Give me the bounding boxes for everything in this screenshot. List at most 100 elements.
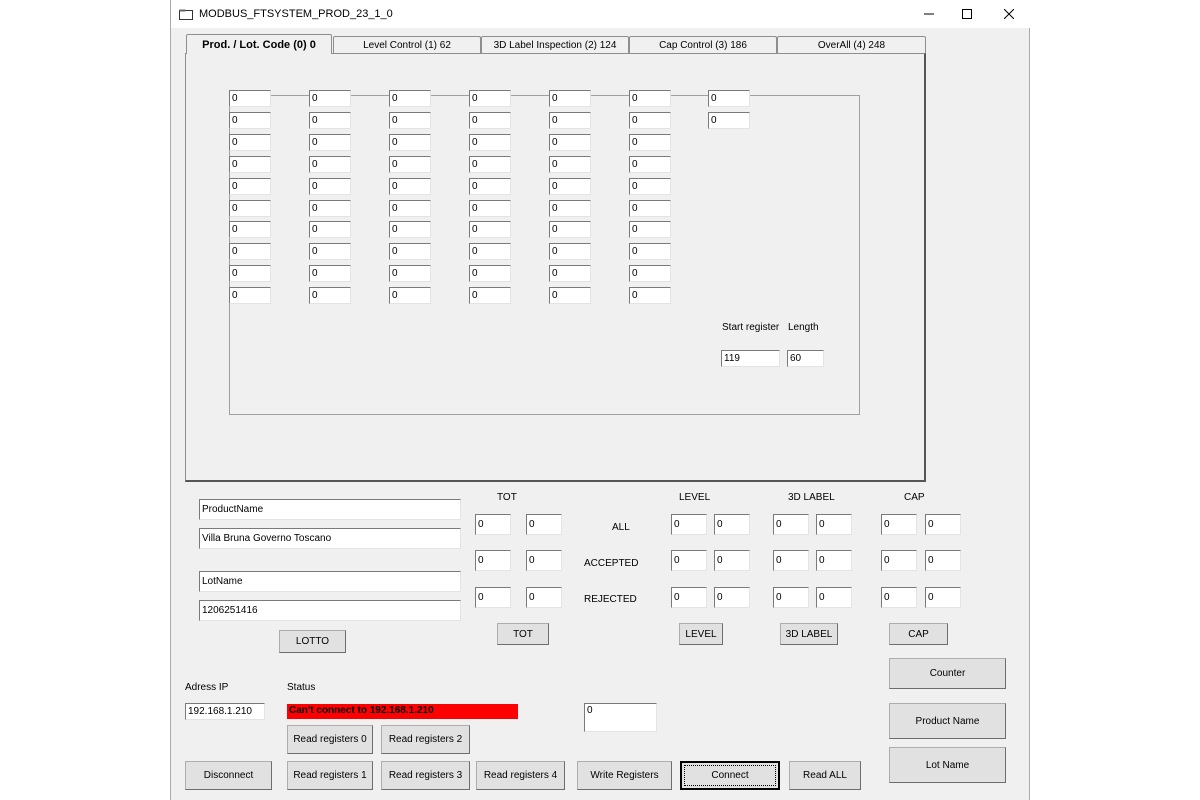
lot-name-label-field[interactable]: LotName: [199, 571, 461, 592]
register-field[interactable]: 0: [309, 199, 351, 217]
write-value-input[interactable]: 0: [584, 703, 657, 732]
register-field[interactable]: 0: [389, 199, 431, 217]
start-register-input[interactable]: 119: [721, 350, 780, 367]
register-field[interactable]: 0: [389, 177, 431, 195]
register-field[interactable]: 0: [469, 221, 511, 239]
register-field[interactable]: 0: [469, 265, 511, 283]
register-field[interactable]: 0: [469, 133, 511, 151]
register-field[interactable]: 0: [469, 155, 511, 173]
read-registers-2-button[interactable]: Read registers 2: [381, 725, 470, 754]
lot-name-input[interactable]: 1206251416: [199, 600, 461, 621]
tot-counter-field[interactable]: 0: [526, 550, 562, 571]
register-field[interactable]: 0: [309, 287, 351, 305]
register-field[interactable]: 0: [629, 90, 671, 107]
3d-label-button[interactable]: 3D LABEL: [780, 623, 838, 645]
register-field[interactable]: 0: [229, 265, 271, 283]
register-field[interactable]: 0: [229, 287, 271, 305]
register-field[interactable]: 0: [309, 111, 351, 129]
register-field[interactable]: 0: [309, 243, 351, 261]
label3d-counter-field[interactable]: 0: [773, 514, 809, 535]
register-field[interactable]: 0: [229, 243, 271, 261]
level-counter-field[interactable]: 0: [714, 514, 750, 535]
register-field[interactable]: 0: [309, 221, 351, 239]
connect-button[interactable]: Connect: [680, 761, 780, 790]
level-counter-field[interactable]: 0: [671, 550, 707, 571]
register-field[interactable]: 0: [469, 177, 511, 195]
tot-counter-field[interactable]: 0: [475, 550, 511, 571]
register-field[interactable]: 0: [549, 221, 591, 239]
cap-counter-field[interactable]: 0: [881, 514, 917, 535]
register-field[interactable]: 0: [629, 155, 671, 173]
read-registers-0-button[interactable]: Read registers 0: [287, 725, 373, 754]
register-field[interactable]: 0: [708, 90, 750, 107]
read-all-button[interactable]: Read ALL: [789, 761, 861, 790]
write-registers-button[interactable]: Write Registers: [577, 761, 672, 790]
label3d-counter-field[interactable]: 0: [773, 550, 809, 571]
tab-level-control[interactable]: Level Control (1) 62: [333, 36, 481, 53]
level-counter-field[interactable]: 0: [714, 587, 750, 608]
register-field[interactable]: 0: [629, 111, 671, 129]
register-field[interactable]: 0: [629, 133, 671, 151]
register-field[interactable]: 0: [549, 155, 591, 173]
label3d-counter-field[interactable]: 0: [816, 587, 852, 608]
register-field[interactable]: 0: [469, 243, 511, 261]
product-name-button[interactable]: Product Name: [889, 703, 1006, 739]
disconnect-button[interactable]: Disconnect: [185, 761, 272, 790]
register-field[interactable]: 0: [229, 90, 271, 107]
register-field[interactable]: 0: [629, 243, 671, 261]
register-field[interactable]: 0: [629, 221, 671, 239]
register-field[interactable]: 0: [389, 155, 431, 173]
lot-name-button[interactable]: Lot Name: [889, 747, 1006, 783]
level-counter-field[interactable]: 0: [671, 514, 707, 535]
register-field[interactable]: 0: [309, 265, 351, 283]
cap-counter-field[interactable]: 0: [925, 550, 961, 571]
tab-overall[interactable]: OverAll (4) 248: [777, 36, 926, 53]
register-field[interactable]: 0: [389, 287, 431, 305]
length-input[interactable]: 60: [787, 350, 824, 367]
register-field[interactable]: 0: [229, 111, 271, 129]
maximize-button[interactable]: [947, 4, 987, 24]
read-registers-1-button[interactable]: Read registers 1: [287, 761, 373, 790]
register-field[interactable]: 0: [389, 265, 431, 283]
cap-counter-field[interactable]: 0: [925, 587, 961, 608]
register-field[interactable]: 0: [549, 111, 591, 129]
lotto-button[interactable]: LOTTO: [279, 630, 346, 653]
register-field[interactable]: 0: [229, 133, 271, 151]
register-field[interactable]: 0: [229, 177, 271, 195]
register-field[interactable]: 0: [229, 221, 271, 239]
label3d-counter-field[interactable]: 0: [816, 514, 852, 535]
register-field[interactable]: 0: [309, 133, 351, 151]
tot-counter-field[interactable]: 0: [475, 514, 511, 535]
read-registers-3-button[interactable]: Read registers 3: [381, 761, 470, 790]
close-button[interactable]: [989, 4, 1029, 24]
register-field[interactable]: 0: [469, 90, 511, 107]
cap-counter-field[interactable]: 0: [925, 514, 961, 535]
cap-button[interactable]: CAP: [889, 623, 948, 645]
tot-counter-field[interactable]: 0: [526, 514, 562, 535]
tab-3d-label-inspection[interactable]: 3D Label Inspection (2) 124: [481, 36, 629, 53]
register-field[interactable]: 0: [549, 199, 591, 217]
register-field[interactable]: 0: [549, 243, 591, 261]
level-counter-field[interactable]: 0: [714, 550, 750, 571]
register-field[interactable]: 0: [549, 177, 591, 195]
register-field[interactable]: 0: [549, 265, 591, 283]
register-field[interactable]: 0: [309, 177, 351, 195]
register-field[interactable]: 0: [309, 90, 351, 107]
register-field[interactable]: 0: [549, 287, 591, 305]
tot-counter-field[interactable]: 0: [526, 587, 562, 608]
tab-prod-lot-code[interactable]: Prod. / Lot. Code (0) 0: [186, 34, 332, 54]
register-field[interactable]: 0: [469, 111, 511, 129]
tot-button[interactable]: TOT: [497, 623, 549, 645]
register-field[interactable]: 0: [708, 111, 750, 129]
register-field[interactable]: 0: [629, 265, 671, 283]
register-field[interactable]: 0: [389, 243, 431, 261]
register-field[interactable]: 0: [229, 199, 271, 217]
minimize-button[interactable]: [909, 4, 949, 24]
cap-counter-field[interactable]: 0: [881, 550, 917, 571]
register-field[interactable]: 0: [389, 111, 431, 129]
ip-address-input[interactable]: 192.168.1.210: [185, 703, 265, 720]
register-field[interactable]: 0: [389, 221, 431, 239]
tab-cap-control[interactable]: Cap Control (3) 186: [629, 36, 777, 53]
level-button[interactable]: LEVEL: [679, 623, 723, 645]
register-field[interactable]: 0: [469, 199, 511, 217]
